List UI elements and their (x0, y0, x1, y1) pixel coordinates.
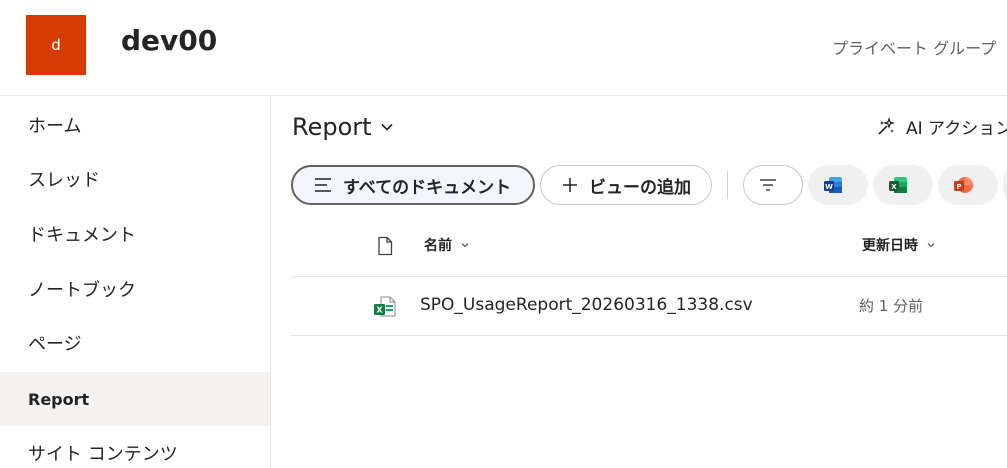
column-header-modified[interactable]: 更新日時 (862, 225, 936, 265)
chevron-down-icon (461, 243, 469, 248)
add-view-label: ビューの追加 (589, 177, 691, 198)
nav-item-label: サイト コンテンツ (28, 444, 178, 465)
new-word-button[interactable]: W (808, 165, 868, 205)
header-divider (291, 276, 1007, 277)
library-title: Report (292, 113, 372, 141)
svg-text:X: X (891, 183, 897, 191)
row-divider (291, 335, 1007, 336)
nav-item-label: ドキュメント (28, 225, 136, 246)
all-documents-label: すべてのドキュメント (343, 177, 512, 198)
chevron-down-icon (380, 123, 393, 131)
new-excel-button[interactable]: X (873, 165, 933, 205)
file-modified: 約 1 分前 (859, 297, 924, 315)
nav-item-documents[interactable]: ドキュメント (0, 207, 270, 261)
svg-text:X: X (376, 306, 383, 315)
nav-item-label: Report (28, 389, 90, 409)
add-view-button[interactable]: ビューの追加 (540, 165, 712, 205)
nav-item-label: ノートブック (28, 280, 136, 301)
column-header-name[interactable]: 名前 (424, 225, 470, 265)
privacy-label: プライベート グループ (832, 39, 997, 58)
file-name-link[interactable]: SPO_UsageReport_20260316_1338.csv (420, 295, 753, 315)
column-header-name-label: 名前 (424, 238, 452, 254)
site-logo-letter: d (51, 36, 61, 54)
nav-item-pages[interactable]: ページ (0, 316, 270, 370)
site-title[interactable]: dev00 (121, 24, 217, 57)
ai-actions-button[interactable]: AI アクション (876, 114, 1007, 139)
nav-item-notebook[interactable]: ノートブック (0, 262, 270, 316)
nav-item-threads[interactable]: スレッド (0, 152, 270, 206)
excel-icon: X (889, 177, 907, 193)
library-title-button[interactable]: Report (292, 113, 394, 141)
svg-text:W: W (825, 183, 833, 191)
nav-item-label: ページ (28, 334, 82, 355)
nav-item-label: ホーム (28, 116, 82, 137)
chevron-down-icon (927, 243, 935, 248)
svg-text:P: P (956, 183, 961, 191)
sparkle-icon (878, 116, 895, 135)
ai-actions-label: AI アクション (906, 119, 1007, 139)
filter-icon (760, 179, 776, 191)
toolbar-divider (727, 171, 728, 199)
nav-item-site-contents[interactable]: サイト コンテンツ (0, 426, 270, 468)
file-type-icon (378, 236, 393, 256)
column-header-modified-label: 更新日時 (862, 238, 918, 254)
all-documents-view-button[interactable]: すべてのドキュメント (291, 165, 535, 205)
powerpoint-icon: P (954, 177, 973, 193)
list-icon (315, 178, 331, 192)
site-header: d dev00 プライベート グループ (0, 0, 1007, 96)
excel-csv-icon: X (374, 296, 396, 317)
word-icon: W (824, 177, 842, 193)
site-logo[interactable]: d (26, 15, 86, 75)
nav-item-report[interactable]: Report (0, 372, 270, 426)
nav-item-home[interactable]: ホーム (0, 98, 270, 152)
more-apps-button[interactable] (1003, 165, 1007, 205)
new-powerpoint-button[interactable]: P (938, 165, 998, 205)
left-navigation: ホーム スレッド ドキュメント ノートブック ページ Report サイト コン… (0, 96, 271, 468)
plus-icon (563, 178, 577, 192)
filter-button[interactable] (743, 165, 803, 205)
nav-item-label: スレッド (28, 170, 100, 191)
